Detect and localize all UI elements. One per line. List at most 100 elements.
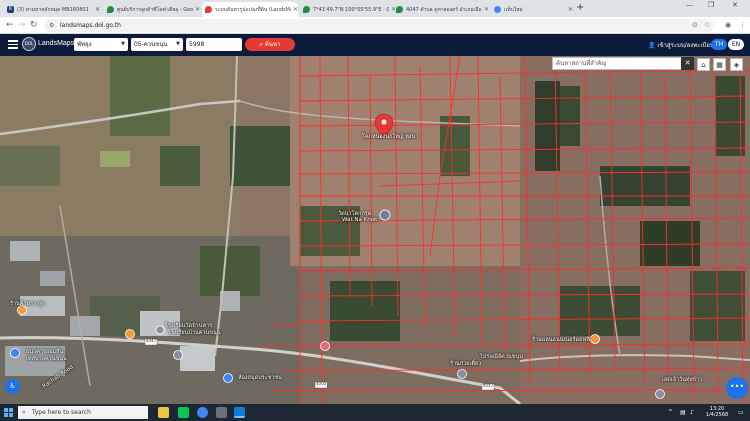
tab-title: แท็บใหม่ <box>504 6 523 13</box>
civic-poi-icon <box>457 369 467 379</box>
taskbar-search-input[interactable]: ⌕ Type here to search <box>18 406 148 419</box>
parcel-number-value: 5998 <box>189 41 205 48</box>
edge-taskbar-icon[interactable] <box>234 407 245 418</box>
taskbar-clock[interactable]: 13:20 1/4/2568 <box>702 406 732 418</box>
browser-toolbar: ← → ↻ ⚙ landsmaps.dol.go.th ⊙ ☆ ◉ ⋮ <box>0 17 750 34</box>
grid-icon[interactable]: ▦ <box>713 58 726 71</box>
tab-close-icon[interactable]: ✕ <box>484 6 489 13</box>
home-icon[interactable]: ⌂ <box>697 58 710 71</box>
lang-th-button[interactable]: TH <box>711 39 727 50</box>
search-button[interactable]: ⌕ ค้นหา <box>245 38 295 51</box>
app-taskbar-icon[interactable] <box>216 407 227 418</box>
temple-poi-icon <box>379 209 391 221</box>
province-value: พัทลุง <box>77 41 92 48</box>
parcel-number-input[interactable]: 5998 <box>186 38 242 51</box>
map-canvas <box>0 56 750 404</box>
poi-label: ร้านแลนแนนเนอร์ดอฟฟี่ <box>532 337 591 343</box>
network-icon[interactable]: ▤ <box>680 409 686 416</box>
close-window-icon[interactable]: ✕ <box>732 1 738 9</box>
road-shield: 4005 <box>316 381 327 386</box>
layers-icon[interactable]: ◈ <box>730 58 743 71</box>
maps-pin-icon <box>303 6 310 13</box>
tab-close-icon[interactable]: ✕ <box>293 6 298 13</box>
poi-label: ห้องสมุดประชาชน <box>238 375 282 381</box>
new-tab-button[interactable]: + <box>576 2 584 14</box>
close-icon[interactable]: ✕ <box>681 57 694 70</box>
tab-title: ระบบค้นหารูปแปลงที่ดิน (LandsMa <box>215 6 291 13</box>
food-poi-icon <box>590 334 600 344</box>
road-shield: 4047 <box>483 383 494 388</box>
tab-3-active[interactable]: ระบบค้นหารูปแปลงที่ดิน (LandsMa ✕ <box>202 2 298 17</box>
notification-icon[interactable]: ▭ <box>738 409 744 416</box>
tab-title: 7°41'49.7"N 100°05'55.9"E - Go <box>313 6 389 13</box>
tab-close-icon[interactable]: ✕ <box>95 6 100 13</box>
reload-icon[interactable]: ↻ <box>30 19 38 31</box>
profile-icon[interactable]: ◉ <box>725 20 731 30</box>
maximize-icon[interactable]: ❐ <box>708 1 714 9</box>
road-shield: 4047 <box>146 338 157 343</box>
menu-kebab-icon[interactable]: ⋮ <box>739 20 746 30</box>
file-explorer-icon[interactable] <box>158 407 169 418</box>
pin-label: โคกหนองนกใหญ่ ทุ่งนา <box>362 134 419 140</box>
tab-title: ศูนย์บริการลูกค้าซีโอฟ เดียอุ - Goo <box>117 6 193 13</box>
minimize-icon[interactable]: — <box>686 1 693 9</box>
chrome-taskbar-icon[interactable] <box>197 407 208 418</box>
landmark-search-input[interactable]: ค้นหาสถานที่สำคัญ ✕ <box>552 57 694 70</box>
windows-taskbar: ⌕ Type here to search ^ ▤ ♪ 13:20 1/4/25… <box>0 404 750 421</box>
login-link[interactable]: 👤 เข้าสู่ระบบ/ลงทะเบียน <box>648 40 714 50</box>
tray-chevron-icon[interactable]: ^ <box>668 409 673 416</box>
tab-1[interactable]: K (3) ตามหาหลักหมุด MB160801 ✕ <box>4 2 100 17</box>
hospital-poi-icon <box>320 341 330 351</box>
line-app-icon[interactable] <box>178 407 189 418</box>
chrome-icon <box>494 6 501 13</box>
tab-close-icon[interactable]: ✕ <box>568 6 573 13</box>
district-value: 05-ควนขนุน <box>134 41 168 48</box>
landsmaps-pin-icon <box>205 6 212 13</box>
tab-title: (3) ตามหาหลักหมุด MB160801 <box>17 6 89 13</box>
screen: K (3) ตามหาหลักหมุด MB160801 ✕ ศูนย์บริก… <box>0 0 750 421</box>
tab-4[interactable]: 7°41'49.7"N 100°05'55.9"E - Go ✕ <box>300 2 396 17</box>
windows-start-icon[interactable] <box>4 408 13 417</box>
browser-tab-strip: K (3) ตามหาหลักหมุด MB160801 ✕ ศูนย์บริก… <box>0 0 750 17</box>
maps-pin-icon <box>396 6 403 13</box>
temple-sub-label: Wat Na Khok <box>342 217 378 223</box>
accessibility-icon[interactable]: ♿ <box>5 379 20 394</box>
site-info-icon[interactable]: ⚙ <box>49 19 54 32</box>
lang-en-button[interactable]: EN <box>728 39 744 50</box>
district-select[interactable]: 05-ควนขนุน ▼ <box>131 38 183 51</box>
tab-close-icon[interactable]: ✕ <box>195 6 200 13</box>
login-label: เข้าสู่ระบบ/ลงทะเบียน <box>657 42 714 49</box>
landmark-search-placeholder: ค้นหาสถานที่สำคัญ <box>556 60 607 67</box>
chevron-down-icon: ▼ <box>121 41 125 47</box>
volume-icon[interactable]: ♪ <box>690 409 694 416</box>
food-poi-icon <box>125 329 135 339</box>
maps-pin-icon <box>107 6 114 13</box>
search-icon: ⌕ <box>22 408 26 416</box>
back-arrow-icon[interactable]: ← <box>6 19 14 31</box>
poi-label: เทศบาลควนขนุน <box>26 356 67 362</box>
bookmark-star-icon[interactable]: ☆ <box>704 20 710 30</box>
more-options-button[interactable]: ••• <box>726 377 748 399</box>
search-button-label: ค้นหา <box>264 41 281 48</box>
satellite-map[interactable]: โคกหนองนกใหญ่ ทุ่งนา วัดนาโคกกรูด Wat Na… <box>0 56 750 404</box>
civic-poi-icon <box>173 350 183 360</box>
civic-poi-icon <box>155 325 165 335</box>
address-bar[interactable]: ⚙ landsmaps.dol.go.th <box>44 19 714 32</box>
taskbar-search-placeholder: Type here to search <box>32 409 91 416</box>
tab-2[interactable]: ศูนย์บริการลูกค้าซีโอฟ เดียอุ - Goo ✕ <box>104 2 200 17</box>
civic-poi-icon <box>655 389 665 399</box>
hamburger-menu-icon[interactable] <box>8 40 18 49</box>
poi-label: เสดเจ้าวันทุ่งข้าว <box>662 377 703 383</box>
landsmaps-header: DOL LandsMaps พัทลุง ▼ 05-ควนขนุน ▼ 5998… <box>0 34 750 56</box>
tab-title: 4047 ตำบล ดูหาสองดร์ อำเภอเมือง <box>406 6 482 13</box>
tab-5[interactable]: 4047 ตำบล ดูหาสองดร์ อำเภอเมือง ✕ <box>393 2 489 17</box>
tab-favicon: K <box>7 6 14 13</box>
location-icon[interactable]: ⊙ <box>692 20 698 30</box>
shop-poi-icon <box>10 348 20 358</box>
poi-label: ไปรษณีย์ควนขนุน <box>480 354 523 360</box>
brand-name: LandsMaps <box>38 40 75 47</box>
forward-arrow-icon[interactable]: → <box>18 19 26 31</box>
chevron-down-icon: ▼ <box>176 41 180 47</box>
province-select[interactable]: พัทลุง ▼ <box>74 38 128 51</box>
tab-6[interactable]: แท็บใหม่ ✕ <box>491 2 575 17</box>
